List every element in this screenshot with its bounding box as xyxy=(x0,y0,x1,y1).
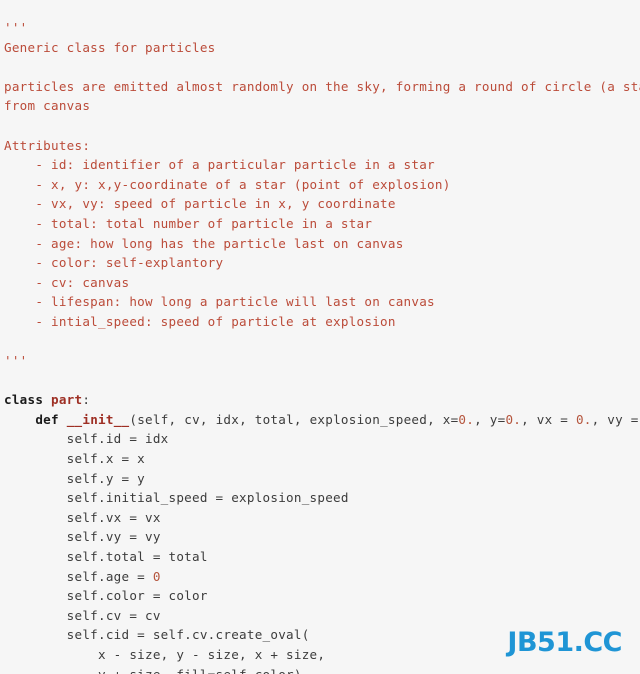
code-token: self.y = y xyxy=(4,470,146,486)
code-line: self.x = x xyxy=(0,449,640,469)
code-line: Generic class for particles xyxy=(0,38,640,58)
code-line: - x, y: x,y-coordinate of a star (point … xyxy=(0,175,640,195)
code-line: def __init__(self, cv, idx, total, explo… xyxy=(0,410,640,430)
code-token: - id: identifier of a particular particl… xyxy=(4,157,435,173)
code-token: from canvas xyxy=(4,98,91,114)
code-token: self.x = x xyxy=(4,451,146,467)
code-token: __init__ xyxy=(66,411,130,427)
code-token: self.total = total xyxy=(4,549,208,565)
code-token: - vx, vy: speed of particle in x, y coor… xyxy=(4,196,396,212)
code-token: self.age = xyxy=(4,568,153,584)
code-token: , vx = xyxy=(521,411,576,427)
code-line xyxy=(0,332,640,352)
code-token: self.color = color xyxy=(4,588,208,604)
code-line: self.cv = cv xyxy=(0,606,640,626)
code-token: part xyxy=(51,392,83,408)
code-line: self.y = y xyxy=(0,469,640,489)
code-token: y + size, fill=self.color) xyxy=(4,667,302,674)
code-line: self.initial_speed = explosion_speed xyxy=(0,488,640,508)
code-token: - x, y: x,y-coordinate of a star (point … xyxy=(4,176,451,192)
code-token: particles are emitted almost randomly on… xyxy=(4,78,640,94)
code-line xyxy=(0,371,640,391)
jb51-watermark: JB51.CC xyxy=(507,627,622,658)
code-line: from canvas xyxy=(0,96,640,116)
code-token: 0. xyxy=(458,411,475,427)
code-token: 0. xyxy=(575,411,592,427)
code-token: 0. xyxy=(505,411,522,427)
code-line: - intial_speed: speed of particle at exp… xyxy=(0,312,640,332)
code-token: Generic class for particles xyxy=(4,39,216,55)
code-line: self.color = color xyxy=(0,586,640,606)
code-line: self.id = idx xyxy=(0,429,640,449)
code-token: : xyxy=(82,392,91,408)
code-token: - cv: canvas xyxy=(4,274,130,290)
code-line: ''' xyxy=(0,351,640,371)
code-line: - total: total number of particle in a s… xyxy=(0,214,640,234)
code-token: , vy = xyxy=(591,411,639,427)
code-line: self.vy = vy xyxy=(0,527,640,547)
code-line: - vx, vy: speed of particle in x, y coor… xyxy=(0,194,640,214)
code-line: - cv: canvas xyxy=(0,273,640,293)
code-token: def xyxy=(35,411,59,427)
code-token: self.cv = cv xyxy=(4,607,161,623)
code-token: self.vx = vx xyxy=(4,509,161,525)
code-token: ''' xyxy=(4,353,28,369)
code-token: x - size, y - size, x + size, xyxy=(4,647,326,662)
code-line: - age: how long has the particle last on… xyxy=(0,234,640,254)
code-line: self.age = 0 xyxy=(0,567,640,587)
code-token: class xyxy=(4,392,44,408)
code-line: self.vx = vx xyxy=(0,508,640,528)
code-token: , y= xyxy=(474,411,506,427)
code-line xyxy=(0,116,640,136)
code-line: ''' xyxy=(0,18,640,38)
python-code-block[interactable]: ''' Generic class for particles particles… xyxy=(0,13,640,674)
code-token: - total: total number of particle in a s… xyxy=(4,215,373,231)
code-token: ''' xyxy=(4,20,28,35)
code-line: y + size, fill=self.color) xyxy=(0,665,640,674)
code-line: Attributes: xyxy=(0,136,640,156)
code-token: - lifespan: how long a particle will las… xyxy=(4,294,435,310)
code-line: class part: xyxy=(0,390,640,410)
code-line: self.total = total xyxy=(0,547,640,567)
code-token: self.vy = vy xyxy=(4,529,161,545)
code-line xyxy=(0,57,640,77)
code-line: - color: self-explantory xyxy=(0,253,640,273)
code-token: - intial_speed: speed of particle at exp… xyxy=(4,313,396,329)
code-token: 0 xyxy=(152,568,161,584)
code-line: - id: identifier of a particular particl… xyxy=(0,155,640,175)
code-line: - lifespan: how long a particle will las… xyxy=(0,292,640,312)
code-token: - color: self-explantory xyxy=(4,255,224,271)
code-token: self.cid = self.cv.create_oval( xyxy=(4,627,310,643)
code-token: (self, cv, idx, total, explosion_speed, … xyxy=(129,411,459,427)
code-token: self.initial_speed = explosion_speed xyxy=(4,490,349,506)
code-token: Attributes: xyxy=(4,137,91,153)
code-token: - age: how long has the particle last on… xyxy=(4,235,404,251)
code-token: self.id = idx xyxy=(4,431,169,447)
code-screenshot: ''' Generic class for particles particles… xyxy=(0,0,640,674)
code-line: particles are emitted almost randomly on… xyxy=(0,77,640,97)
